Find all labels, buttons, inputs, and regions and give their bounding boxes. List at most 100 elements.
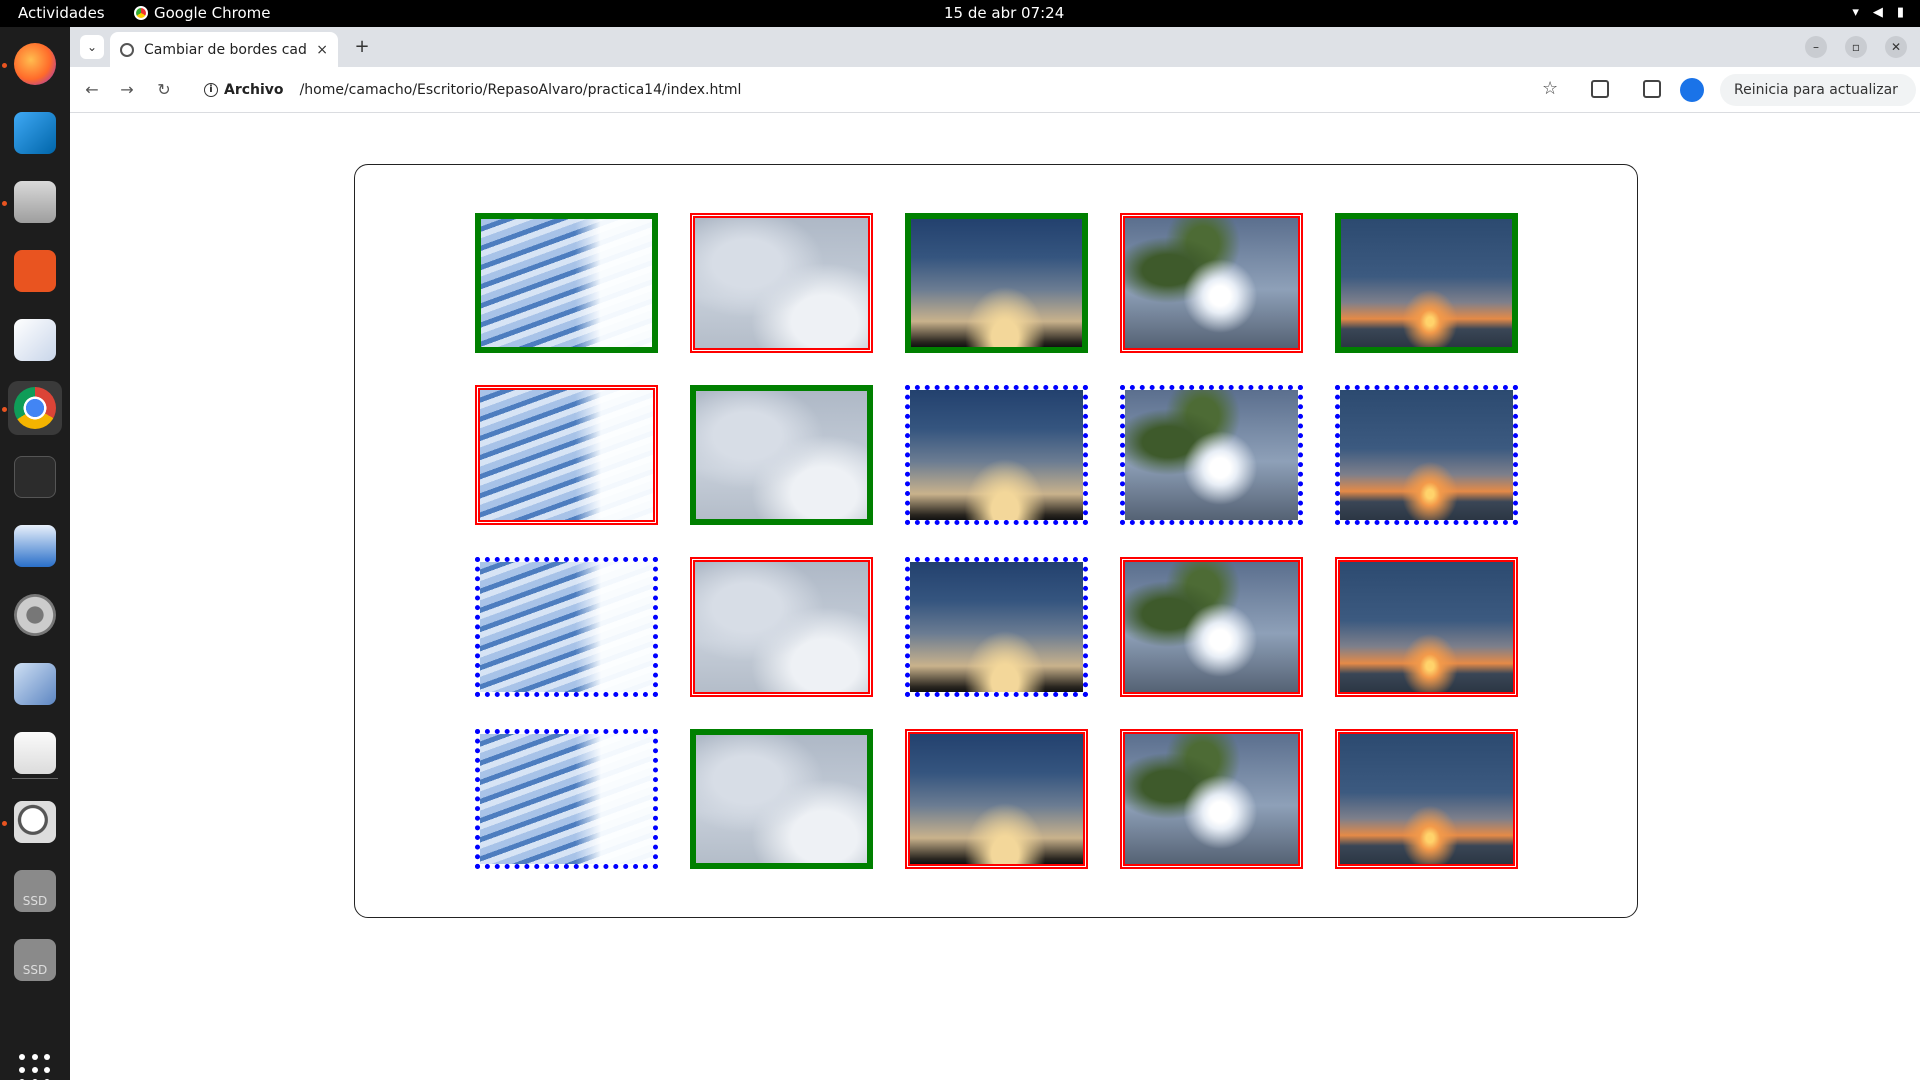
gallery-image-r3-c5[interactable] <box>1335 557 1518 697</box>
dock-separator <box>12 778 58 779</box>
info-icon[interactable]: i <box>204 83 218 97</box>
app-name: Google Chrome <box>154 4 271 22</box>
app-center-icon <box>14 250 56 292</box>
profile-avatar[interactable] <box>1680 78 1704 102</box>
dock-files[interactable] <box>8 175 62 229</box>
terminal-icon <box>14 456 56 498</box>
dock-firefox[interactable] <box>8 37 62 91</box>
dock-app-center[interactable] <box>8 244 62 298</box>
bookmark-star-icon[interactable]: ☆ <box>1542 78 1558 99</box>
dock-settings[interactable] <box>8 588 62 642</box>
system-tray[interactable]: ▾ ◀ ▮ <box>1852 5 1904 20</box>
dock-magnifier[interactable] <box>8 795 62 849</box>
page-content <box>70 114 1920 1080</box>
overcast-sky-photo <box>695 218 868 348</box>
close-tab-icon[interactable]: × <box>316 42 328 58</box>
running-indicator <box>2 407 7 412</box>
gallery-image-r3-c3[interactable] <box>905 557 1088 697</box>
gallery-image-r2-c1[interactable] <box>475 385 658 525</box>
dock-vscode[interactable] <box>8 106 62 160</box>
magnifier-icon <box>14 801 56 843</box>
system-top-bar: Actividades Google Chrome 15 de abr 07:2… <box>0 0 1920 27</box>
running-indicator <box>2 821 7 826</box>
chrome-icon <box>14 387 56 429</box>
gallery-image-r3-c1[interactable] <box>475 557 658 697</box>
gallery-image-r4-c4[interactable] <box>1120 729 1303 869</box>
dock-chrome[interactable] <box>8 381 62 435</box>
virtualbox-icon <box>14 663 56 705</box>
show-apps-icon[interactable] <box>19 1054 51 1086</box>
clock[interactable]: 15 de abr 07:24 <box>944 4 1064 22</box>
update-button[interactable]: Reinicia para actualizar ⋮ <box>1720 74 1916 130</box>
volume-icon: ◀ <box>1872 5 1883 20</box>
image-gallery <box>354 164 1638 918</box>
dock-document-viewer[interactable] <box>8 726 62 780</box>
sunset-sea-photo <box>1341 219 1512 347</box>
globe-icon <box>120 42 134 57</box>
maximize-button[interactable]: ▫ <box>1845 36 1867 58</box>
battery-icon: ▮ <box>1896 5 1904 20</box>
dusk-clouds-photo <box>910 390 1083 520</box>
address-scheme: Archivo <box>224 82 284 98</box>
overcast-sky-photo <box>695 562 868 692</box>
gallery-image-r4-c5[interactable] <box>1335 729 1518 869</box>
dock: SSD SSD <box>0 27 70 1086</box>
gallery-image-r1-c4[interactable] <box>1120 213 1303 353</box>
dock-writer[interactable] <box>8 519 62 573</box>
gallery-image-r2-c3[interactable] <box>905 385 1088 525</box>
app-menu[interactable]: Google Chrome <box>134 4 271 22</box>
firefox-icon <box>14 43 56 85</box>
sunset-sea-photo <box>1340 562 1513 692</box>
document-viewer-icon <box>14 732 56 774</box>
tab-active[interactable]: Cambiar de bordes cada × <box>110 32 338 67</box>
wifi-icon: ▾ <box>1852 5 1859 20</box>
mackerel-clouds-photo <box>481 219 652 347</box>
overcast-sky-photo <box>696 391 867 519</box>
dock-ssd-1[interactable]: SSD <box>8 864 62 918</box>
tab-search-button[interactable]: ⌄ <box>80 35 104 59</box>
tab-title: Cambiar de bordes cada <box>144 41 307 58</box>
gallery-image-r2-c5[interactable] <box>1335 385 1518 525</box>
ssd-label: SSD <box>22 894 48 908</box>
gallery-image-r3-c2[interactable] <box>690 557 873 697</box>
dock-ssd-2[interactable]: SSD <box>8 933 62 987</box>
settings-icon <box>14 594 56 636</box>
gallery-image-r4-c1[interactable] <box>475 729 658 869</box>
gallery-image-r2-c2[interactable] <box>690 385 873 525</box>
update-label: Reinicia para actualizar <box>1734 82 1898 98</box>
minimize-button[interactable]: – <box>1805 36 1827 58</box>
gallery-image-r1-c1[interactable] <box>475 213 658 353</box>
extensions-icon[interactable] <box>1591 80 1609 98</box>
dock-text-editor[interactable] <box>8 313 62 367</box>
mackerel-clouds-photo <box>480 390 653 520</box>
palm-backlit-photo <box>1125 562 1298 692</box>
ssd-drive-icon: SSD <box>14 939 56 981</box>
gallery-image-r1-c3[interactable] <box>905 213 1088 353</box>
running-indicator <box>2 201 7 206</box>
dusk-clouds-photo <box>910 562 1083 692</box>
forward-button[interactable]: → <box>115 78 139 102</box>
gallery-image-r4-c3[interactable] <box>905 729 1088 869</box>
dock-virtualbox[interactable] <box>8 657 62 711</box>
gallery-image-r1-c2[interactable] <box>690 213 873 353</box>
overcast-sky-photo <box>696 735 867 863</box>
activities-button[interactable]: Actividades <box>18 4 105 22</box>
files-icon <box>14 181 56 223</box>
address-bar[interactable]: i Archivo /home/camacho/Escritorio/Repas… <box>196 74 1314 106</box>
ssd-drive-icon: SSD <box>14 870 56 912</box>
reload-button[interactable]: ↻ <box>152 78 176 102</box>
gallery-image-r3-c4[interactable] <box>1120 557 1303 697</box>
gallery-image-r4-c2[interactable] <box>690 729 873 869</box>
back-button[interactable]: ← <box>80 78 104 102</box>
sunset-sea-photo <box>1340 734 1513 864</box>
new-tab-button[interactable]: + <box>350 35 374 59</box>
dock-terminal[interactable] <box>8 450 62 504</box>
chrome-icon <box>134 6 148 20</box>
palm-backlit-photo <box>1125 218 1298 348</box>
close-window-button[interactable]: ✕ <box>1885 36 1907 58</box>
side-panel-icon[interactable] <box>1643 80 1661 98</box>
dusk-clouds-photo <box>911 219 1082 347</box>
gallery-image-r2-c4[interactable] <box>1120 385 1303 525</box>
mackerel-clouds-photo <box>480 562 653 692</box>
gallery-image-r1-c5[interactable] <box>1335 213 1518 353</box>
